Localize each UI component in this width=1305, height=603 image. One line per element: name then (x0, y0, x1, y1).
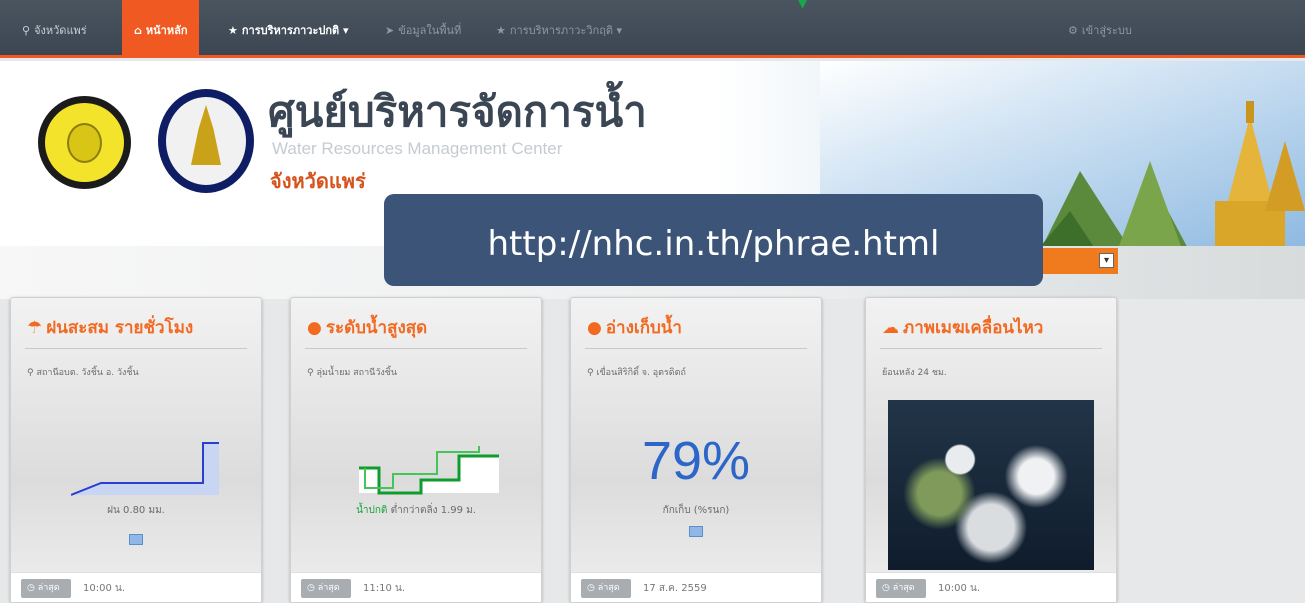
url-overlay: http://nhc.in.th/phrae.html (384, 194, 1043, 286)
water-level-card-title-text: ระดับน้ำสูงสุด (325, 318, 428, 338)
water-level-card[interactable]: ● ระดับน้ำสูงสุด ⚲ ลุ่มน้ำยม สถานีวังชิ้น… (290, 297, 542, 603)
nav-crisis-management-label: การบริหารภาวะวิกฤติ (509, 24, 613, 37)
home-icon: ⌂ (134, 24, 142, 37)
satellite-card-title-text: ภาพเมฆเคลื่อนไหว (903, 318, 1044, 338)
rainfall-station: ⚲ สถานีอบต. วังชิ้น อ. วังชิ้น (27, 368, 139, 378)
nav-province[interactable]: ⚲ จังหวัดแพร่ (22, 0, 87, 58)
reservoir-caption: กักเก็บ (%รนก) (662, 505, 730, 516)
water-level-card-title: ● ระดับน้ำสูงสุด (307, 314, 427, 341)
site-title: ศูนย์บริหารจัดการน้ำ (268, 87, 647, 136)
rainfall-value: ฝน 0.80 มม. (107, 505, 165, 516)
nav-local-data-label: ข้อมูลในพื้นที่ (398, 24, 462, 37)
drop-icon: ● (307, 318, 322, 338)
water-level-status: น้ำปกติ (356, 505, 388, 516)
rainfall-mini-chart (71, 442, 219, 496)
nav-login-label: เข้าสู่ระบบ (1081, 24, 1132, 37)
card-divider (25, 348, 247, 349)
top-navbar: ⚲ จังหวัดแพร่ ⌂ หน้าหลัก ★ การบริหารภาวะปกต… (0, 0, 1305, 58)
reservoir-card-title: ● อ่างเก็บน้ำ (587, 314, 682, 341)
water-level-mini-chart (359, 446, 499, 495)
nav-local-data[interactable]: ➤ ข้อมูลในพื้นที่ (385, 0, 461, 58)
reservoir-card-title-text: อ่างเก็บน้ำ (605, 318, 682, 338)
nav-login[interactable]: ⚙ เข้าสู่ระบบ (1068, 0, 1132, 58)
card-footer: ◷ ล่าสุด 10:00 น. (11, 572, 261, 602)
latest-badge-label: ล่าสุด (597, 583, 620, 593)
water-level-station: ⚲ ลุ่มน้ำยม สถานีวังชิ้น (307, 368, 398, 378)
reservoir-card[interactable]: ● อ่างเก็บน้ำ ⚲ เขื่อนสิริกิติ์ จ. อุตรดิ… (570, 297, 822, 603)
reservoir-station-name: เขื่อนสิริกิติ์ จ. อุตรดิตถ์ (596, 368, 686, 378)
card-divider (880, 348, 1102, 349)
latest-badge-label: ล่าสุด (37, 583, 60, 593)
province-name: จังหวัดแพร่ (270, 169, 366, 193)
card-footer: ◷ ล่าสุด 11:10 น. (291, 572, 541, 602)
nav-normal-management-label: การบริหารภาวะปกติ (241, 24, 340, 37)
update-time: 10:00 น. (83, 583, 126, 594)
province-seal-logo (158, 89, 254, 193)
update-time: 11:10 น. (363, 583, 406, 594)
rainfall-card-title-text: ฝนสะสม รายชั่วโมง (46, 318, 194, 338)
latest-badge: ◷ ล่าสุด (581, 579, 631, 598)
cloud-icon: ☁ (882, 318, 899, 338)
card-footer: ◷ ล่าสุด 17 ส.ค. 2559 (571, 572, 821, 602)
card-footer: ◷ ล่าสุด 10:00 น. (866, 572, 1116, 602)
nav-home[interactable]: ⌂ หน้าหลัก (122, 0, 200, 58)
card-divider (305, 348, 527, 349)
department-seal-logo (38, 96, 131, 189)
latest-badge: ◷ ล่าสุด (876, 579, 926, 598)
latest-badge: ◷ ล่าสุด (301, 579, 351, 598)
nav-province-label: จังหวัดแพร่ (34, 24, 87, 37)
province-select[interactable]: ▾ (1040, 248, 1118, 274)
reservoir-percent: 79% (641, 431, 751, 491)
latest-badge-label: ล่าสุด (892, 583, 915, 593)
satellite-range: ย้อนหลัง 24 ชม. (882, 368, 947, 378)
reservoir-station: ⚲ เขื่อนสิริกิติ์ จ. อุตรดิตถ์ (587, 368, 686, 378)
nav-normal-management[interactable]: ★ การบริหารภาวะปกติ ▾ (228, 0, 349, 58)
satellite-image[interactable] (888, 400, 1094, 570)
latest-badge: ◷ ล่าสุด (21, 579, 71, 598)
chevron-down-icon[interactable]: ▾ (1099, 253, 1114, 268)
nav-home-label: หน้าหลัก (145, 24, 188, 37)
water-level-text: ต่ำกว่าตลิ่ง 1.99 ม. (390, 505, 476, 516)
chart-icon[interactable] (129, 534, 143, 545)
map-marker-icon: ⚲ (22, 24, 31, 37)
drop-icon: ● (587, 318, 602, 338)
star-icon: ★ (228, 24, 238, 37)
gear-icon: ⚙ (1068, 24, 1078, 37)
green-mark-icon: ▾ (798, 0, 808, 14)
send-icon: ➤ (385, 24, 395, 37)
water-level-value: น้ำปกติ ต่ำกว่าตลิ่ง 1.99 ม. (291, 503, 541, 518)
star-icon: ★ (496, 24, 506, 37)
site-subtitle: Water Resources Management Center (272, 139, 563, 158)
update-time: 17 ส.ค. 2559 (643, 583, 707, 594)
water-level-station-name: ลุ่มน้ำยม สถานีวังชิ้น (316, 368, 398, 378)
card-divider (585, 348, 807, 349)
chart-icon[interactable] (689, 526, 703, 537)
rainfall-station-name: สถานีอบต. วังชิ้น อ. วังชิ้น (36, 368, 139, 378)
nav-crisis-management[interactable]: ★ การบริหารภาวะวิกฤติ ▾ (496, 0, 622, 58)
update-time: 10:00 น. (938, 583, 981, 594)
umbrella-icon: ☂ (27, 318, 43, 338)
rainfall-card-title: ☂ ฝนสะสม รายชั่วโมง (27, 314, 193, 341)
rainfall-card[interactable]: ☂ ฝนสะสม รายชั่วโมง ⚲ สถานีอบต. วังชิ้น อ… (10, 297, 262, 603)
latest-badge-label: ล่าสุด (317, 583, 340, 593)
satellite-card-title: ☁ ภาพเมฆเคลื่อนไหว (882, 314, 1043, 341)
satellite-card[interactable]: ☁ ภาพเมฆเคลื่อนไหว ย้อนหลัง 24 ชม. ◷ ล่าส… (865, 297, 1117, 603)
